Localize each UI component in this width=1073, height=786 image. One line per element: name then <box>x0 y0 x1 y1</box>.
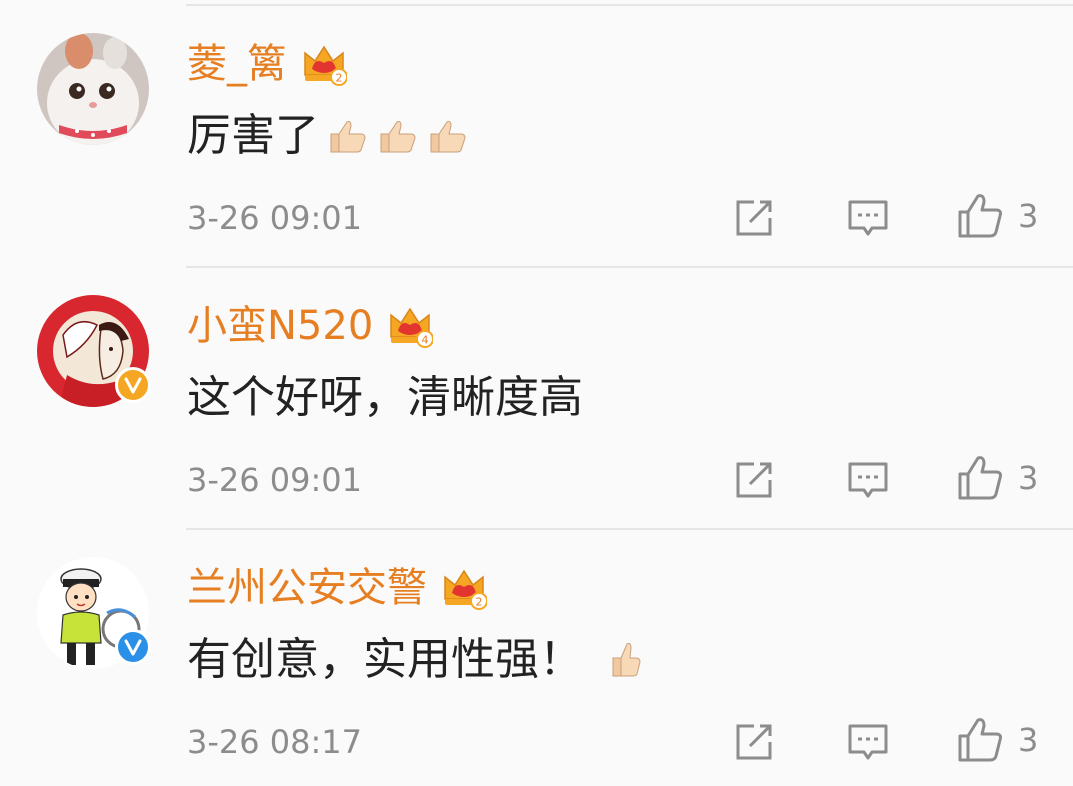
crown-icon: 2 <box>304 45 347 86</box>
timestamp: 3-26 08:17 <box>187 723 363 761</box>
verified-badge <box>115 367 151 403</box>
member-level-label: 2 <box>476 596 483 609</box>
username[interactable]: 菱_篱 <box>187 36 287 92</box>
crown-icon: 4 <box>390 307 434 348</box>
comment-text: 这个好呀，清晰度高 <box>187 372 583 423</box>
username[interactable]: 小蛮N520 <box>187 298 373 354</box>
like-button[interactable]: 3 <box>956 716 1038 764</box>
avatar[interactable] <box>37 33 149 145</box>
comment-text-row: 厉害了 <box>187 106 469 166</box>
thumbs-up-emoji-icon <box>425 114 469 158</box>
like-count: 3 <box>1018 721 1039 759</box>
comment-text-row: 有创意，实用性强！ <box>187 630 647 690</box>
comment-icon <box>848 462 888 498</box>
comment-item[interactable]: 兰州公安交警 2 有创意，实用性强！ 3-26 08:17 3 <box>0 524 1073 786</box>
comment-icon <box>848 200 888 236</box>
share-edit-icon <box>736 462 772 498</box>
timestamp: 3-26 09:01 <box>187 199 363 237</box>
thumbs-up-emoji-icon <box>603 638 647 682</box>
thumbs-up-emoji-icon <box>375 114 419 158</box>
thumbs-up-icon <box>958 456 1002 500</box>
comment-item[interactable]: 菱_篱 2 厉害了 3-26 09:01 3 <box>0 0 1073 262</box>
like-count: 3 <box>1018 197 1039 235</box>
username[interactable]: 兰州公安交警 <box>187 560 427 616</box>
verified-badge <box>115 629 151 665</box>
comment-button[interactable] <box>846 456 890 504</box>
comment-list: 菱_篱 2 厉害了 3-26 09:01 3 小蛮N520 4 这个好呀，清晰度… <box>0 0 1073 786</box>
comment-button[interactable] <box>846 718 890 766</box>
crown-icon: 2 <box>444 569 487 610</box>
username-row: 兰州公安交警 2 <box>187 560 487 616</box>
divider <box>186 4 1073 6</box>
avatar[interactable] <box>37 557 151 669</box>
share-edit-icon <box>736 200 772 236</box>
comment-button[interactable] <box>846 194 890 242</box>
member-level-label: 2 <box>336 72 343 85</box>
like-button[interactable]: 3 <box>956 192 1038 240</box>
verified-v-icon <box>124 639 142 656</box>
share-edit-icon <box>736 724 772 760</box>
divider <box>186 266 1073 268</box>
cat-avatar-icon <box>37 33 149 145</box>
member-level-label: 4 <box>422 334 429 347</box>
verified-v-icon <box>124 377 142 394</box>
like-count: 3 <box>1018 459 1039 497</box>
username-row: 菱_篱 2 <box>187 36 347 92</box>
repost-button[interactable] <box>732 718 776 766</box>
comment-text: 有创意，实用性强！ <box>187 634 583 685</box>
repost-button[interactable] <box>732 456 776 504</box>
timestamp: 3-26 09:01 <box>187 461 363 499</box>
comment-text-row: 这个好呀，清晰度高 <box>187 368 583 428</box>
username-row: 小蛮N520 4 <box>187 298 434 354</box>
thumbs-up-icon <box>958 194 1002 238</box>
thumbs-up-icon <box>958 718 1002 762</box>
like-button[interactable]: 3 <box>956 454 1038 502</box>
thumbs-up-emoji-icon <box>325 114 369 158</box>
comment-text: 厉害了 <box>187 110 319 161</box>
comment-item[interactable]: 小蛮N520 4 这个好呀，清晰度高 3-26 09:01 3 <box>0 262 1073 524</box>
comment-icon <box>848 724 888 760</box>
repost-button[interactable] <box>732 194 776 242</box>
divider <box>186 528 1073 530</box>
avatar[interactable] <box>37 295 151 407</box>
